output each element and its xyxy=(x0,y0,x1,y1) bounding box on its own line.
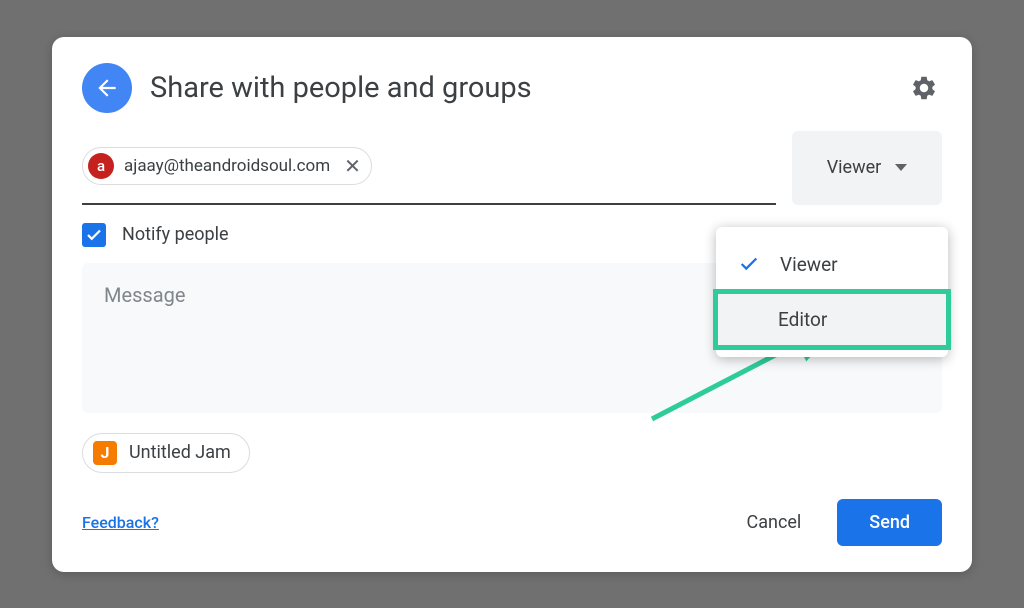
role-selector-button[interactable]: Viewer xyxy=(792,131,942,205)
attachment-row: J Untitled Jam xyxy=(52,413,972,485)
recipient-input[interactable]: a ajaay@theandroidsoul.com ✕ xyxy=(82,131,776,205)
avatar: a xyxy=(88,153,114,179)
role-option-label: Viewer xyxy=(780,253,838,276)
message-placeholder: Message xyxy=(104,283,185,307)
attachment-name: Untitled Jam xyxy=(129,442,231,463)
check-icon xyxy=(85,226,103,244)
send-button[interactable]: Send xyxy=(837,499,942,546)
arrow-left-icon xyxy=(94,75,120,101)
caret-down-icon xyxy=(895,164,907,171)
jamboard-icon: J xyxy=(93,441,117,465)
dialog-header: Share with people and groups xyxy=(52,37,972,131)
share-dialog: Share with people and groups a ajaay@the… xyxy=(52,37,972,572)
settings-button[interactable] xyxy=(906,70,942,106)
role-option-label: Editor xyxy=(778,308,827,331)
gear-icon xyxy=(910,74,938,102)
cancel-button[interactable]: Cancel xyxy=(723,500,826,545)
notify-label: Notify people xyxy=(122,224,229,245)
dialog-title: Share with people and groups xyxy=(150,71,888,105)
back-button[interactable] xyxy=(82,63,132,113)
feedback-link[interactable]: Feedback? xyxy=(82,513,159,532)
role-option-editor[interactable]: Editor xyxy=(716,292,948,347)
footer-actions: Cancel Send xyxy=(723,499,943,546)
role-option-viewer[interactable]: Viewer xyxy=(716,237,948,292)
check-icon xyxy=(738,253,760,275)
notify-checkbox[interactable] xyxy=(82,223,106,247)
attachment-chip[interactable]: J Untitled Jam xyxy=(82,433,250,473)
role-dropdown-menu: Viewer Editor xyxy=(716,227,948,357)
recipient-chip[interactable]: a ajaay@theandroidsoul.com ✕ xyxy=(82,147,372,185)
dialog-footer: Feedback? Cancel Send xyxy=(52,485,972,572)
role-selector-label: Viewer xyxy=(827,157,882,178)
recipient-row: a ajaay@theandroidsoul.com ✕ Viewer xyxy=(52,131,972,205)
recipient-email: ajaay@theandroidsoul.com xyxy=(124,156,330,176)
close-icon[interactable]: ✕ xyxy=(344,156,361,176)
